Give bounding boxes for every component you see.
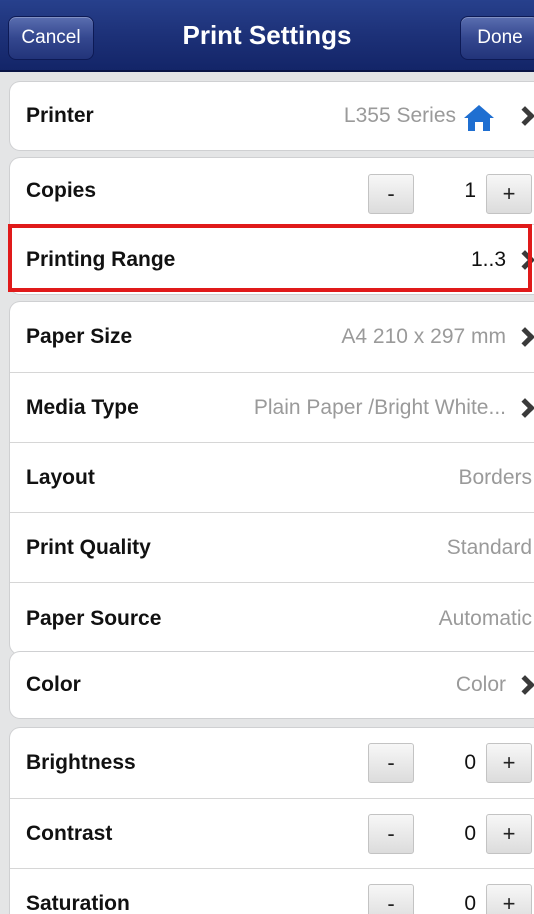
paper-source-value: Automatic bbox=[438, 606, 532, 630]
chevron-right-icon bbox=[515, 106, 534, 126]
copies-value: 1 bbox=[464, 179, 476, 202]
copies-increment-button[interactable]: + bbox=[486, 174, 532, 214]
chevron-right-icon bbox=[515, 249, 534, 270]
layout-label: Layout bbox=[26, 465, 95, 489]
paper-source-label: Paper Source bbox=[26, 606, 162, 630]
saturation-value: 0 bbox=[464, 891, 476, 914]
printer-row[interactable]: Printer L355 Series bbox=[10, 82, 534, 150]
contrast-decrement-button[interactable]: - bbox=[368, 814, 414, 854]
paper-size-label: Paper Size bbox=[26, 325, 133, 348]
printer-group: Printer L355 Series bbox=[10, 82, 534, 150]
contrast-row: Contrast - 0 + bbox=[10, 798, 534, 868]
saturation-decrement-button[interactable]: - bbox=[368, 884, 414, 914]
media-type-value: Plain Paper /Bright White... bbox=[253, 395, 506, 419]
copies-row: Copies - 1 + bbox=[10, 158, 534, 224]
done-button[interactable]: Done bbox=[460, 16, 534, 60]
paper-size-value: A4 210 x 297 mm bbox=[341, 325, 506, 348]
paper-settings-group: Paper Size A4 210 x 297 mm Media Type Pl… bbox=[10, 302, 534, 654]
home-icon bbox=[464, 105, 494, 131]
cancel-button[interactable]: Cancel bbox=[8, 16, 94, 60]
chevron-right-icon bbox=[515, 675, 534, 695]
media-type-row[interactable]: Media Type Plain Paper /Bright White... bbox=[10, 372, 534, 442]
paper-size-row[interactable]: Paper Size A4 210 x 297 mm bbox=[10, 302, 534, 372]
chevron-right-icon bbox=[515, 397, 534, 418]
printer-value: L355 Series bbox=[343, 104, 456, 127]
contrast-value: 0 bbox=[464, 821, 476, 845]
saturation-increment-button[interactable]: + bbox=[486, 884, 532, 914]
layout-row: Layout Borders bbox=[10, 442, 534, 512]
copies-decrement-button[interactable]: - bbox=[368, 174, 414, 214]
layout-value: Borders bbox=[458, 465, 532, 489]
color-group: Color Color bbox=[10, 652, 534, 718]
adjustments-group: Brightness - 0 + Contrast - 0 + Saturati… bbox=[10, 728, 534, 914]
media-type-label: Media Type bbox=[26, 395, 139, 419]
chevron-right-icon bbox=[515, 327, 534, 347]
brightness-increment-button[interactable]: + bbox=[486, 743, 532, 783]
brightness-decrement-button[interactable]: - bbox=[368, 743, 414, 783]
color-row[interactable]: Color Color bbox=[10, 652, 534, 718]
contrast-increment-button[interactable]: + bbox=[486, 814, 532, 854]
paper-source-row: Paper Source Automatic bbox=[10, 582, 534, 654]
printing-range-row[interactable]: Printing Range 1..3 bbox=[10, 224, 534, 294]
printer-label: Printer bbox=[26, 104, 94, 127]
brightness-row: Brightness - 0 + bbox=[10, 728, 534, 798]
print-quality-value: Standard bbox=[446, 535, 532, 559]
print-quality-row: Print Quality Standard bbox=[10, 512, 534, 582]
contrast-label: Contrast bbox=[26, 821, 113, 845]
print-quality-label: Print Quality bbox=[26, 535, 151, 559]
copies-label: Copies bbox=[26, 179, 97, 202]
brightness-label: Brightness bbox=[26, 751, 136, 774]
printing-range-value: 1..3 bbox=[470, 247, 506, 271]
navigation-bar: Print Settings Cancel Done bbox=[0, 0, 534, 72]
saturation-label: Saturation bbox=[26, 891, 130, 914]
brightness-value: 0 bbox=[464, 751, 476, 774]
copies-range-group: Copies - 1 + Printing Range 1..3 bbox=[10, 158, 534, 294]
saturation-row: Saturation - 0 + bbox=[10, 868, 534, 914]
printing-range-label: Printing Range bbox=[26, 247, 176, 271]
color-label: Color bbox=[26, 673, 81, 696]
color-value: Color bbox=[455, 673, 506, 696]
